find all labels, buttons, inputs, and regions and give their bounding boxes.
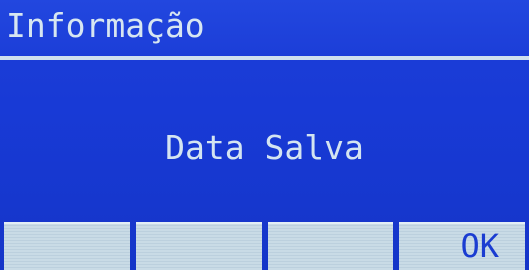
ok-softkey[interactable]: OK xyxy=(399,222,525,270)
softkey-3[interactable] xyxy=(267,222,394,270)
phone-display: Informação Data Salva OK xyxy=(0,0,529,270)
dialog-title-bar: Informação xyxy=(0,0,529,55)
softkey-bar: OK xyxy=(0,222,529,270)
title-divider xyxy=(0,56,529,60)
dialog-message: Data Salva xyxy=(165,128,364,167)
softkey-1[interactable] xyxy=(4,222,130,270)
dialog-title: Informação xyxy=(6,6,205,45)
softkey-2[interactable] xyxy=(135,222,262,270)
